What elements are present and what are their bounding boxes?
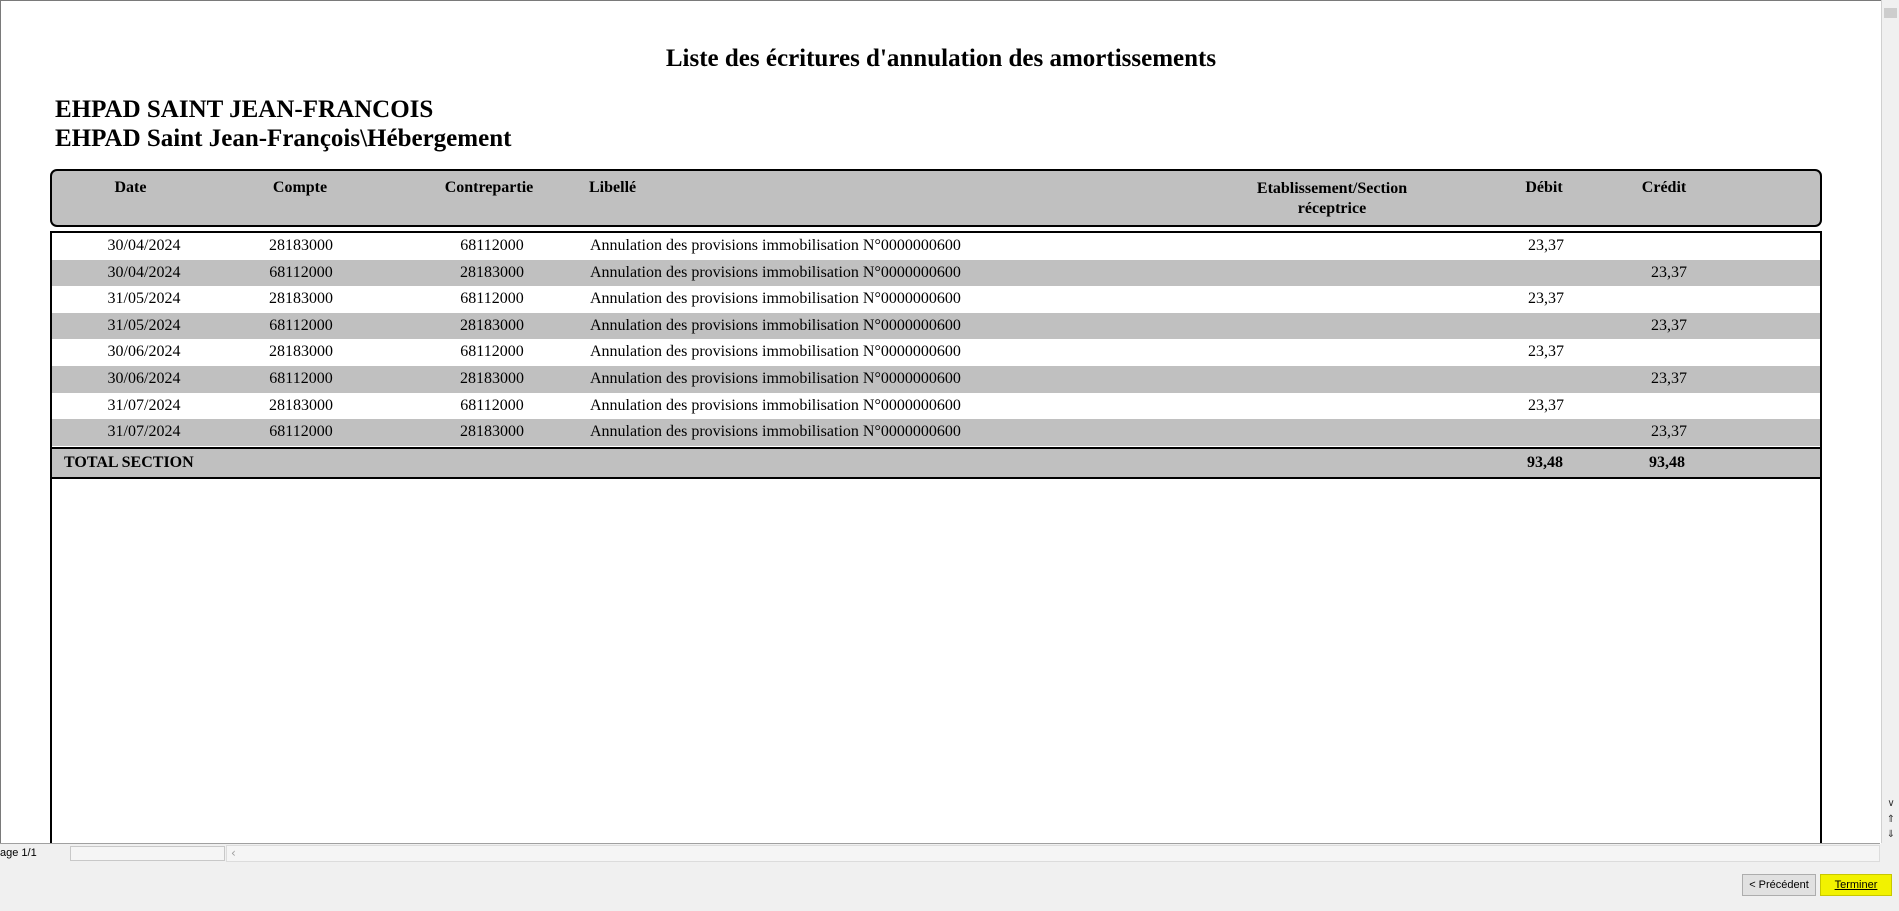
cell-libelle: Annulation des provisions immobilisation…: [590, 290, 961, 308]
report-title: Liste des écritures d'annulation des amo…: [665, 45, 1217, 72]
cell-debit: 23,37: [1528, 237, 1564, 254]
cell-date: 31/05/2024: [107, 290, 181, 308]
cell-debit: 23,37: [1528, 290, 1564, 308]
cell-libelle: Annulation des provisions immobilisation…: [590, 263, 961, 281]
cell-libelle: Annulation des provisions immobilisation…: [590, 237, 961, 254]
table-row: 31/07/2024 68112000 28183000 Annulation des…: [52, 419, 1820, 446]
cell-contrepartie: 28183000: [460, 423, 524, 441]
cell-libelle: Annulation des provisions immobilisation…: [590, 396, 961, 414]
vertical-scrollbar[interactable]: ∨ ⇑ ⇓: [1881, 0, 1899, 843]
table-body: 30/04/2024 28183000 68112000 Annulation des…: [50, 231, 1822, 844]
cell-date: 31/05/2024: [107, 316, 181, 334]
cell-credit: 23,37: [1651, 316, 1687, 334]
total-row: TOTAL SECTION 93,48 93,48: [52, 447, 1820, 479]
cell-date: 30/06/2024: [107, 343, 181, 361]
cell-date: 30/04/2024: [107, 237, 181, 254]
cell-debit: 23,37: [1528, 343, 1564, 361]
page-up-icon[interactable]: ⇑: [1884, 813, 1898, 827]
page-down-icon[interactable]: ⇓: [1884, 828, 1898, 842]
cell-date: 31/07/2024: [107, 396, 181, 414]
cell-compte: 28183000: [269, 237, 333, 254]
column-header-contrepartie: Contrepartie: [444, 179, 534, 196]
total-credit: 93,48: [1649, 454, 1685, 471]
horizontal-scrollbar[interactable]: ‹: [226, 845, 1880, 862]
scroll-thumb[interactable]: [1884, 8, 1897, 18]
cell-libelle: Annulation des provisions immobilisation…: [590, 316, 961, 334]
column-header-credit: Crédit: [1641, 179, 1687, 196]
cell-credit: 23,37: [1651, 423, 1687, 441]
scroll-down-arrow-icon[interactable]: ∨: [1884, 797, 1898, 811]
total-label: TOTAL SECTION: [64, 454, 194, 471]
wizard-button-bar: < Précédent Terminer: [0, 864, 1899, 911]
cell-date: 31/07/2024: [107, 423, 181, 441]
establishment-name: EHPAD SAINT JEAN-FRANCOIS: [55, 96, 434, 123]
cell-contrepartie: 68112000: [460, 343, 524, 361]
table-row: 30/04/2024 68112000 28183000 Annulation des…: [52, 259, 1820, 287]
report-viewport: Liste des écritures d'annulation des amo…: [0, 0, 1881, 844]
cell-contrepartie: 68112000: [460, 396, 524, 414]
cell-debit: 23,37: [1528, 396, 1564, 414]
cell-compte: 28183000: [269, 396, 333, 414]
scroll-left-arrow-icon[interactable]: ‹: [231, 846, 236, 860]
cell-compte: 68112000: [269, 316, 333, 334]
column-header-etablissement: Etablissement/Section réceptrice: [1212, 179, 1452, 219]
cell-libelle: Annulation des provisions immobilisation…: [590, 343, 961, 361]
cell-contrepartie: 28183000: [460, 370, 524, 387]
table-row: 30/06/2024 28183000 68112000 Annulation des…: [52, 339, 1820, 366]
column-header-etablissement-line1: Etablissement/Section: [1256, 180, 1408, 197]
table-row: 30/04/2024 28183000 68112000 Annulation des…: [52, 233, 1820, 260]
cell-credit: 23,37: [1651, 370, 1687, 387]
establishment-section: EHPAD Saint Jean-François\Hébergement: [55, 125, 512, 152]
cell-contrepartie: 28183000: [460, 263, 524, 281]
previous-button[interactable]: < Précédent: [1742, 874, 1816, 896]
cell-compte: 68112000: [269, 423, 333, 441]
page-indicator: age 1/1: [0, 847, 37, 859]
cell-compte: 68112000: [269, 263, 333, 281]
cell-libelle: Annulation des provisions immobilisation…: [590, 370, 961, 387]
table-row: 30/06/2024 68112000 28183000 Annulation des…: [52, 366, 1820, 393]
cell-date: 30/04/2024: [107, 263, 181, 281]
table-row: 31/07/2024 28183000 68112000 Annulation des…: [52, 393, 1820, 420]
total-debit: 93,48: [1527, 454, 1563, 471]
cell-contrepartie: 68112000: [460, 237, 524, 254]
column-header-libelle: Libellé: [589, 179, 637, 196]
status-field: [70, 846, 225, 861]
table-row: 31/05/2024 28183000 68112000 Annulation des…: [52, 286, 1820, 313]
cell-date: 30/06/2024: [107, 370, 181, 387]
cell-compte: 68112000: [269, 370, 333, 387]
cell-compte: 28183000: [269, 343, 333, 361]
table-header: Date Compte Contrepartie Libellé Etablis…: [50, 169, 1822, 227]
cell-libelle: Annulation des provisions immobilisation…: [590, 423, 961, 441]
column-header-debit: Débit: [1525, 179, 1563, 196]
cell-compte: 28183000: [269, 290, 333, 308]
column-header-date: Date: [114, 179, 147, 196]
column-header-etablissement-line2: réceptrice: [1297, 200, 1367, 217]
cell-credit: 23,37: [1651, 263, 1687, 281]
column-header-compte: Compte: [272, 179, 328, 196]
status-bar: age 1/1 ‹: [0, 843, 1880, 864]
cell-contrepartie: 28183000: [460, 316, 524, 334]
table-row: 31/05/2024 68112000 28183000 Annulation des…: [52, 312, 1820, 340]
finish-button[interactable]: Terminer: [1820, 874, 1892, 896]
cell-contrepartie: 68112000: [460, 290, 524, 308]
